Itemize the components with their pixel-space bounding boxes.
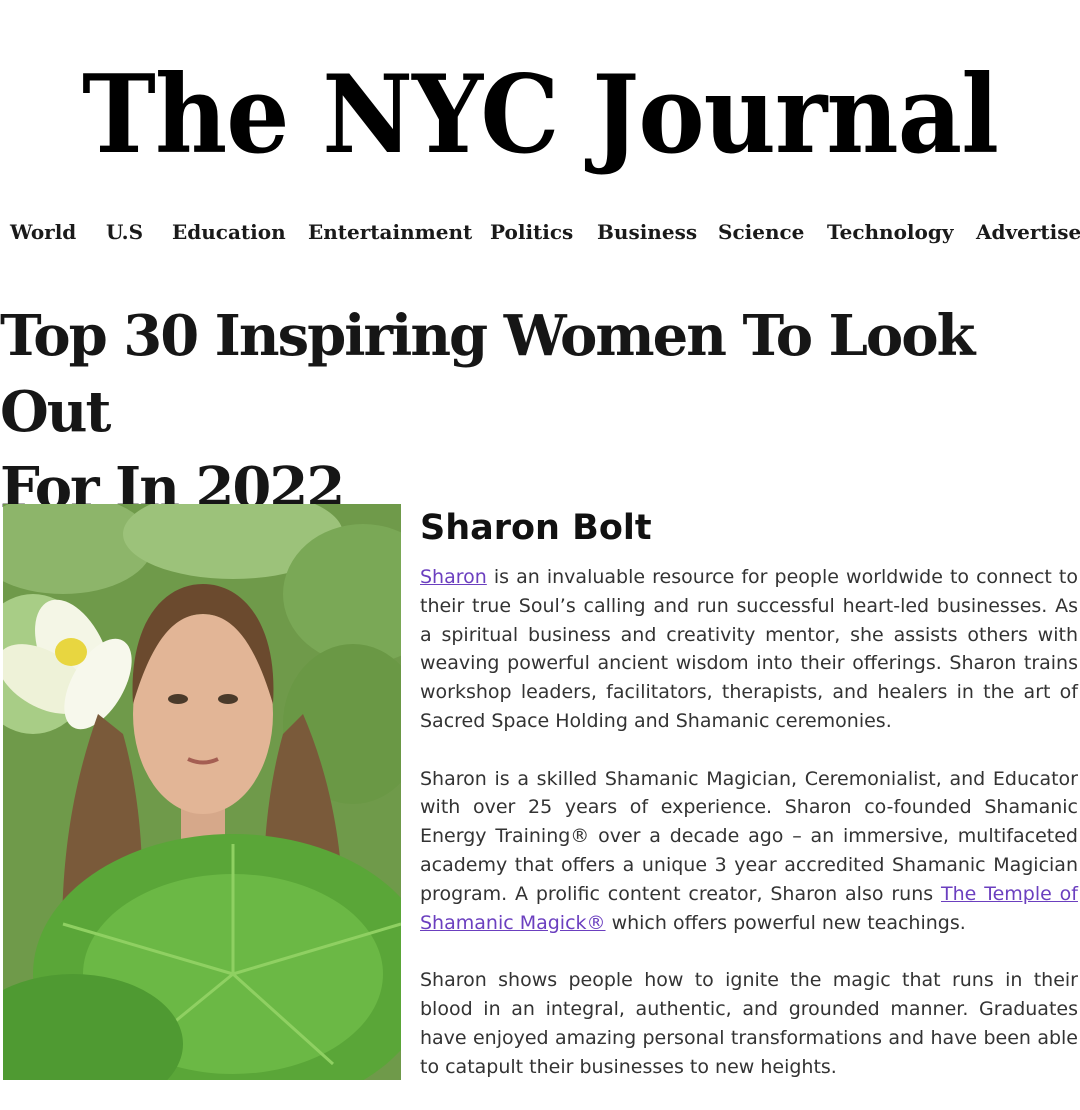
profile-photo-illustration	[3, 504, 401, 1080]
article-title-line1: Top 30 Inspiring Women To Look Out	[0, 303, 975, 445]
nav-item-business[interactable]: Business	[597, 220, 697, 244]
nav-item-entertainment[interactable]: Entertainment	[308, 220, 472, 244]
nav-item-science[interactable]: Science	[718, 220, 804, 244]
nav-item-politics[interactable]: Politics	[490, 220, 573, 244]
site-logo[interactable]: The NYC Journal	[43, 40, 1037, 190]
profile-photo	[3, 504, 401, 1080]
nav-item-education[interactable]: Education	[172, 220, 286, 244]
nav-item-technology[interactable]: Technology	[827, 220, 953, 244]
main-nav: World U.S Education Entertainment Politi…	[0, 214, 1080, 254]
sharon-link[interactable]: Sharon	[420, 566, 487, 588]
bio-paragraph-3: Sharon shows people how to ignite the ma…	[420, 969, 1078, 1078]
profile-name: Sharon Bolt	[420, 508, 652, 548]
nav-item-advertise[interactable]: Advertise	[976, 220, 1080, 244]
bio-paragraph-1: Sharon is an invaluable resource for peo…	[420, 563, 1078, 736]
bio-paragraph-1-text: is an invaluable resource for people wor…	[420, 566, 1078, 732]
nav-item-world[interactable]: World	[10, 220, 76, 244]
bio-paragraph-2: Sharon is a skilled Shamanic Magician, C…	[420, 765, 1078, 938]
profile-bio: Sharon is an invaluable resource for peo…	[420, 563, 1078, 1110]
article-title: Top 30 Inspiring Women To Look Out For I…	[0, 298, 1070, 526]
nav-item-us[interactable]: U.S	[106, 220, 143, 244]
bio-paragraph-2-text-end: which offers powerful new teachings.	[605, 911, 966, 934]
